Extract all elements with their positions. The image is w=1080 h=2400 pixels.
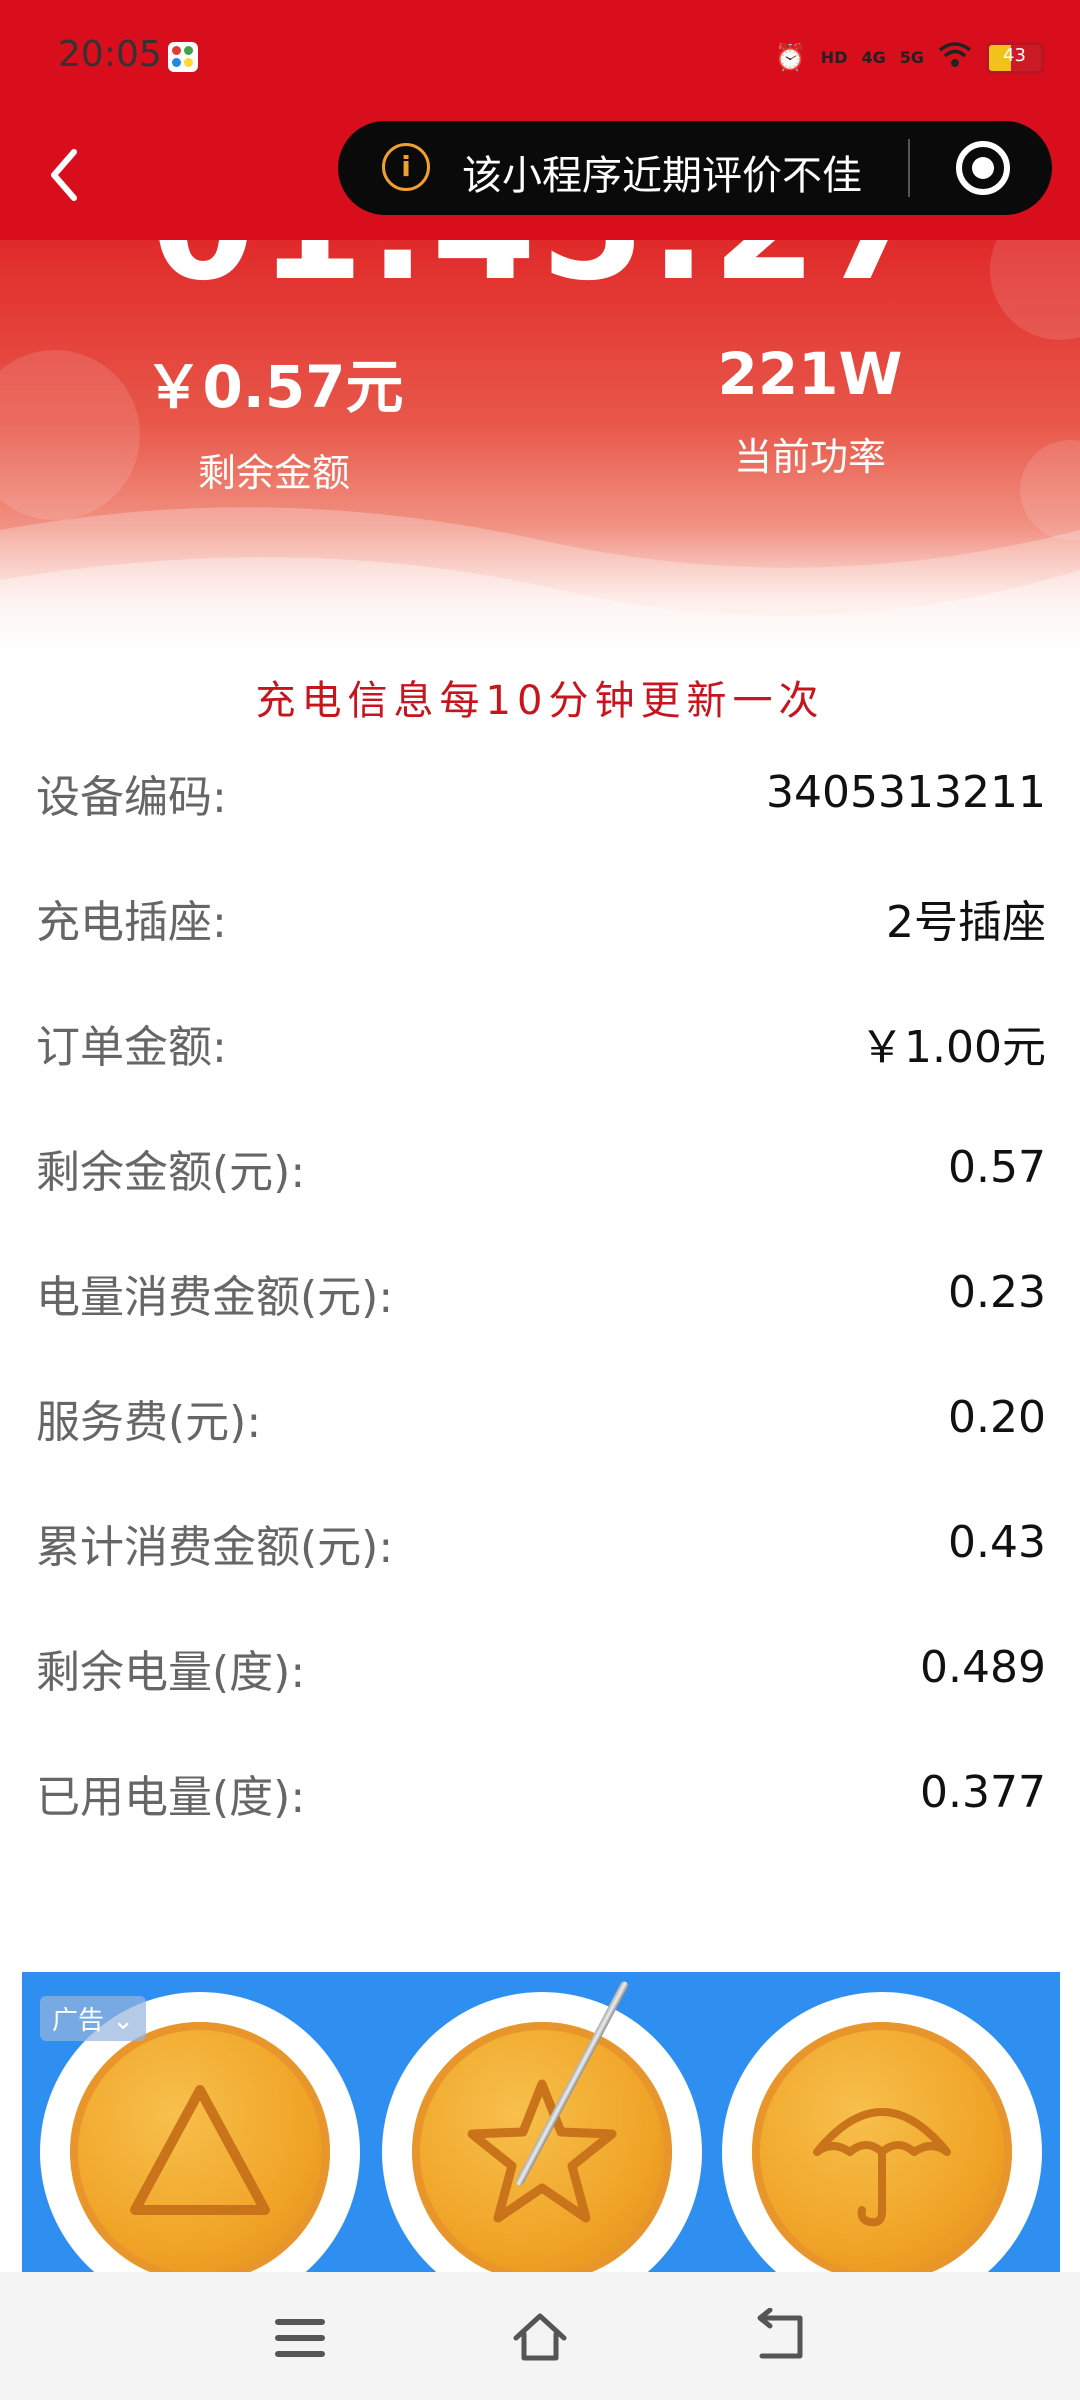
- power-stat: 221W 当前功率: [610, 340, 1010, 481]
- detail-label: 充电插座:: [36, 896, 227, 948]
- rating-warning-text[interactable]: 该小程序近期评价不佳: [462, 143, 862, 201]
- status-time: 20:05: [58, 34, 162, 75]
- alarm-icon: ⏰: [774, 43, 807, 73]
- remaining-amount-label: 剩余金额: [197, 451, 350, 495]
- detail-row-remaining-energy: 剩余电量(度): 0.489: [36, 1605, 1046, 1730]
- remaining-amount-stat: ￥0.57元 剩余金额: [74, 340, 474, 497]
- detail-label: 累计消费金额(元):: [36, 1521, 394, 1573]
- detail-row-service-fee: 服务费(元): 0.20: [36, 1355, 1046, 1480]
- detail-value: ￥1.00元: [860, 1021, 1046, 1073]
- signal-4g-icon: 4G: [861, 48, 886, 67]
- close-mini-program-icon[interactable]: [956, 141, 1010, 195]
- ad-tag-text: 广告: [52, 2006, 105, 2036]
- coin: [70, 2022, 330, 2272]
- detail-row-used-energy: 已用电量(度): 0.377: [36, 1730, 1046, 1855]
- capsule-divider: [908, 139, 910, 197]
- menu-icon: [275, 2319, 325, 2357]
- status-bar: 20:05 ⏰ HD 4G 5G 43: [0, 0, 1080, 118]
- detail-label: 已用电量(度):: [36, 1771, 306, 1823]
- detail-value: 0.20: [948, 1392, 1046, 1443]
- detail-label: 订单金额:: [36, 1021, 227, 1073]
- triangle-icon: [130, 2085, 270, 2215]
- battery-icon: 43: [986, 42, 1044, 74]
- ad-banner[interactable]: 广告 ⌄: [22, 1972, 1060, 2272]
- detail-value: 0.23: [948, 1267, 1046, 1318]
- detail-row-total-consumption: 累计消费金额(元): 0.43: [36, 1480, 1046, 1605]
- detail-label: 剩余金额(元):: [36, 1146, 306, 1198]
- charging-summary: 01:45:27 ￥0.57元 剩余金额 221W 当前功率: [0, 240, 1080, 650]
- remaining-amount-value: ￥0.57元: [144, 353, 404, 421]
- detail-label: 剩余电量(度):: [36, 1646, 306, 1698]
- detail-label: 设备编码:: [36, 771, 227, 823]
- menu-button[interactable]: [270, 2308, 330, 2368]
- umbrella-icon: [813, 2108, 951, 2227]
- home-button[interactable]: [510, 2308, 570, 2368]
- signal-5g-icon: 5G: [899, 48, 924, 67]
- detail-value: 0.57: [948, 1142, 1046, 1193]
- coin-plate: [722, 1992, 1042, 2272]
- detail-value: 3405313211: [766, 767, 1046, 818]
- nav-bar: i 该小程序近期评价不佳: [0, 118, 1080, 240]
- hd-icon: HD: [820, 48, 848, 67]
- chevron-down-icon: ⌄: [112, 2006, 135, 2036]
- ad-label[interactable]: 广告 ⌄: [40, 1996, 147, 2041]
- charging-timer: 01:45:27: [0, 240, 1080, 314]
- power-value: 221W: [717, 340, 903, 408]
- system-nav-bar: [0, 2272, 1080, 2400]
- detail-value: 0.489: [920, 1642, 1046, 1693]
- detail-row-electricity-cost: 电量消费金额(元): 0.23: [36, 1230, 1046, 1355]
- detail-value: 2号插座: [886, 896, 1046, 948]
- back-icon: [757, 2307, 803, 2359]
- chevron-left-icon: [51, 149, 77, 201]
- back-nav-button[interactable]: [750, 2307, 810, 2368]
- coin: [752, 2022, 1012, 2272]
- back-button[interactable]: [40, 138, 90, 208]
- detail-label: 服务费(元):: [36, 1396, 262, 1448]
- power-label: 当前功率: [733, 435, 886, 479]
- star-icon: [467, 2079, 617, 2223]
- mini-program-capsule[interactable]: i 该小程序近期评价不佳: [338, 121, 1052, 215]
- detail-row-device-code: 设备编码: 3405313211: [36, 730, 1046, 855]
- app-notification-icon: [168, 42, 198, 72]
- detail-row-remaining-amount: 剩余金额(元): 0.57: [36, 1105, 1046, 1230]
- update-notice: 充电信息每10分钟更新一次: [255, 678, 825, 724]
- detail-row-socket: 充电插座: 2号插座: [36, 855, 1046, 980]
- battery-level: 43: [1003, 45, 1026, 66]
- detail-value: 0.43: [948, 1517, 1046, 1568]
- charging-details: 设备编码: 3405313211 充电插座: 2号插座 订单金额: ￥1.00元…: [36, 730, 1046, 1855]
- wave-decoration: [0, 507, 1080, 650]
- home-icon: [513, 2313, 567, 2361]
- detail-label: 电量消费金额(元):: [36, 1271, 394, 1323]
- wifi-icon: [938, 41, 972, 76]
- info-icon: i: [382, 143, 430, 191]
- detail-row-order-amount: 订单金额: ￥1.00元: [36, 980, 1046, 1105]
- status-icons: ⏰ HD 4G 5G 43: [774, 38, 1044, 78]
- detail-value: 0.377: [920, 1767, 1046, 1818]
